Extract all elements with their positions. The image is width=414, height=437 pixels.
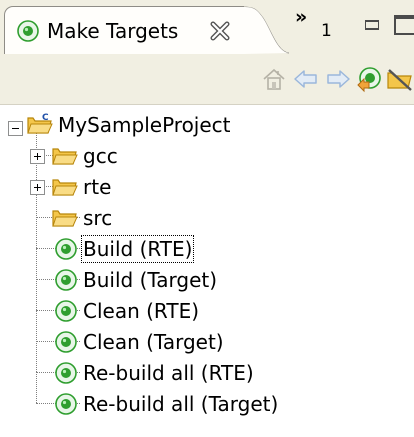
folder-icon [52,148,78,165]
target-rebuild-all-rte[interactable]: Re-build all (RTE) [0,357,330,389]
target-build-target[interactable]: Build (Target) [0,264,300,296]
make-target-icon [55,362,77,384]
target-label: Clean (Target) [83,330,224,354]
target-clean-rte[interactable]: Clean (RTE) [0,295,300,327]
view-overflow-chevron[interactable]: » [295,6,307,28]
expand-icon[interactable] [30,149,45,164]
target-label: Re-build all (Target) [83,392,279,416]
folder-icon [52,179,78,196]
hide-folders-icon[interactable] [386,65,414,93]
back-arrow-icon[interactable] [292,65,320,93]
make-target-icon [55,331,77,353]
svg-text:C: C [42,113,49,123]
target-clean-target[interactable]: Clean (Target) [0,326,300,358]
target-label: Clean (RTE) [83,299,200,323]
target-label: Build (Target) [83,268,218,292]
tab-title: Make Targets [47,19,179,43]
make-targets-tab[interactable]: Make Targets [4,6,244,54]
build-target-icon[interactable] [355,65,383,93]
home-icon[interactable] [260,65,288,93]
minimize-icon[interactable] [365,20,379,30]
folder-label: gcc [83,144,118,168]
c-project-folder-icon: C [27,113,53,134]
collapse-icon[interactable] [8,121,23,136]
folder-label: src [83,206,113,230]
make-target-icon [55,269,77,291]
make-target-icon [55,238,77,260]
forward-arrow-icon[interactable] [324,65,352,93]
close-icon[interactable] [209,20,231,42]
view-toolbar [0,54,414,105]
make-target-icon [55,393,77,415]
target-label: Build (RTE) [80,235,195,263]
tree-folder-rte[interactable]: rte [0,171,200,203]
maximize-icon[interactable] [394,15,414,35]
tree-folder-gcc[interactable]: gcc [0,140,200,172]
target-build-rte[interactable]: Build (RTE) [0,233,300,265]
tree-folder-src[interactable]: src [0,202,200,234]
project-name: MySampleProject [58,113,231,137]
make-targets-tree: C MySampleProject gcc rte src Build (RTE… [0,105,414,437]
target-label: Re-build all (RTE) [83,361,254,385]
make-target-icon [55,300,77,322]
expand-icon[interactable] [30,180,45,195]
project-row[interactable]: C MySampleProject [0,109,300,141]
folder-icon [52,210,78,227]
view-overflow-count[interactable]: 1 [321,21,332,41]
target-rebuild-all-target[interactable]: Re-build all (Target) [0,388,360,420]
tab-tail [243,6,289,54]
view-tab-bar: Make Targets » 1 [0,0,414,54]
make-target-icon [17,20,39,42]
folder-label: rte [83,175,112,199]
